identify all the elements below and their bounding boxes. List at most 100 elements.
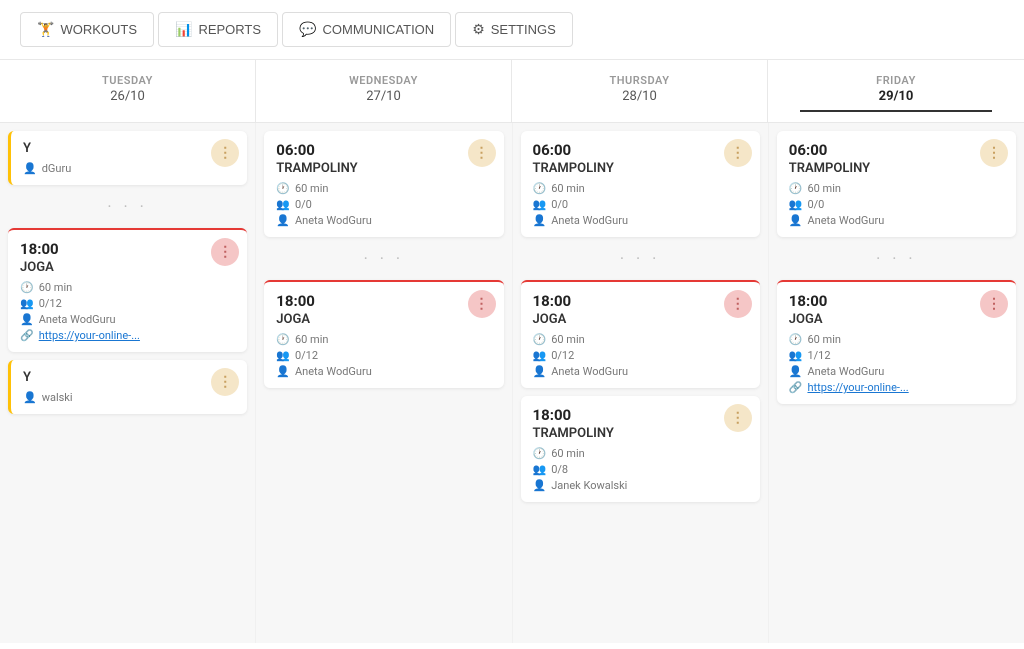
meta-duration: 🕐 60 min (276, 182, 491, 195)
clock-icon: 🕐 (20, 281, 34, 294)
event-menu-button[interactable]: ⋮ (980, 290, 1008, 318)
event-meta: 🕐 60 min 👥 0/8 👤 Janek Kowalski (533, 447, 748, 492)
event-menu-button[interactable]: ⋮ (468, 290, 496, 318)
duration-value: 60 min (807, 333, 841, 346)
meta-link: 🔗 https://your-online-... (20, 329, 235, 342)
duration-value: 60 min (295, 333, 329, 346)
event-card: ⋮ 18:00 JOGA 🕐 60 min 👥 0/12 👤 Aneta Wod… (8, 228, 247, 352)
event-meta: 🕐 60 min 👥 1/12 👤 Aneta WodGuru 🔗 https:… (789, 333, 1004, 394)
trainer-name: Aneta WodGuru (295, 365, 372, 378)
meta-spots: 👥 0/0 (276, 198, 491, 211)
day-header-thursday: THURSDAY 28/10 (512, 60, 768, 122)
duration-value: 60 min (551, 333, 585, 346)
event-meta: 🕐 60 min 👥 0/12 👤 Aneta WodGuru (533, 333, 748, 378)
event-menu-button[interactable]: ⋮ (724, 139, 752, 167)
day-column-friday: ⋮ 06:00 TRAMPOLINY 🕐 60 min 👥 0/0 👤 Anet… (769, 123, 1024, 643)
trainer-name: Aneta WodGuru (807, 365, 884, 378)
day-date-wednesday: 27/10 (264, 89, 503, 104)
people-icon: 👥 (533, 349, 547, 362)
trainer-name: walski (42, 391, 73, 404)
day-name-friday: FRIDAY (776, 74, 1016, 87)
day-column-tuesday: ⋮ Y 👤 dGuru · · · ⋮ 18:00 JOGA 🕐 (0, 123, 255, 643)
calendar-body: ⋮ Y 👤 dGuru · · · ⋮ 18:00 JOGA 🕐 (0, 123, 1024, 643)
event-title: TRAMPOLINY (533, 426, 748, 441)
meta-duration: 🕐 60 min (276, 333, 491, 346)
event-meta: 🕐 60 min 👥 0/12 👤 Aneta WodGuru 🔗 https:… (20, 281, 235, 342)
tab-settings[interactable]: ⚙ SETTINGS (455, 12, 573, 47)
person-icon: 👤 (23, 391, 37, 404)
meta-duration: 🕐 60 min (789, 182, 1004, 195)
person-icon: 👤 (20, 313, 34, 326)
clock-icon: 🕐 (533, 182, 547, 195)
spots-value: 0/12 (551, 349, 574, 362)
event-menu-button[interactable]: ⋮ (724, 404, 752, 432)
tab-communication-label: COMMUNICATION (322, 22, 434, 37)
trainer-name: Aneta WodGuru (295, 214, 372, 227)
people-icon: 👥 (533, 198, 547, 211)
link-icon: 🔗 (20, 329, 34, 342)
event-card: ⋮ 18:00 JOGA 🕐 60 min 👥 0/12 👤 Aneta Wod… (264, 280, 503, 388)
trainer-name: Janek Kowalski (551, 479, 627, 492)
people-icon: 👥 (276, 349, 290, 362)
dots-separator: · · · (521, 245, 760, 272)
clock-icon: 🕐 (789, 182, 803, 195)
workouts-icon: 🏋 (37, 21, 54, 38)
event-card: ⋮ 18:00 JOGA 🕐 60 min 👥 1/12 👤 Aneta Wod… (777, 280, 1016, 404)
event-time: 06:00 (533, 141, 748, 159)
meta-spots: 👥 0/8 (533, 463, 748, 476)
duration-value: 60 min (551, 182, 585, 195)
day-name-tuesday: TUESDAY (8, 74, 247, 87)
calendar-header: TUESDAY 26/10 WEDNESDAY 27/10 THURSDAY 2… (0, 60, 1024, 123)
event-card: ⋮ 06:00 TRAMPOLINY 🕐 60 min 👥 0/0 👤 Anet… (521, 131, 760, 237)
event-menu-button[interactable]: ⋮ (724, 290, 752, 318)
person-icon: 👤 (276, 365, 290, 378)
dots-separator: · · · (264, 245, 503, 272)
person-icon: 👤 (789, 214, 803, 227)
reports-icon: 📊 (175, 21, 192, 38)
event-card: ⋮ 18:00 JOGA 🕐 60 min 👥 0/12 👤 Aneta Wod… (521, 280, 760, 388)
event-title: TRAMPOLINY (533, 161, 748, 176)
tab-communication[interactable]: 💬 COMMUNICATION (282, 12, 451, 47)
event-meta: 🕐 60 min 👥 0/0 👤 Aneta WodGuru (276, 182, 491, 227)
spots-value: 1/12 (807, 349, 830, 362)
event-title: JOGA (20, 260, 235, 275)
tab-workouts[interactable]: 🏋 WORKOUTS (20, 12, 154, 47)
people-icon: 👥 (533, 463, 547, 476)
day-date-tuesday: 26/10 (8, 89, 247, 104)
event-title: Y (23, 141, 235, 156)
meta-duration: 🕐 60 min (789, 333, 1004, 346)
day-header-tuesday: TUESDAY 26/10 (0, 60, 256, 122)
event-title: JOGA (789, 312, 1004, 327)
meta-trainer: 👤 Aneta WodGuru (533, 214, 748, 227)
clock-icon: 🕐 (533, 333, 547, 346)
day-column-thursday: ⋮ 06:00 TRAMPOLINY 🕐 60 min 👥 0/0 👤 Anet… (513, 123, 768, 643)
event-link[interactable]: https://your-online-... (39, 329, 140, 342)
people-icon: 👥 (20, 297, 34, 310)
event-title: JOGA (533, 312, 748, 327)
event-menu-button[interactable]: ⋮ (468, 139, 496, 167)
meta-trainer: 👤 Aneta WodGuru (20, 313, 235, 326)
duration-value: 60 min (39, 281, 73, 294)
trainer-name: Aneta WodGuru (551, 365, 628, 378)
meta-duration: 🕐 60 min (533, 182, 748, 195)
meta-trainer: 👤 Aneta WodGuru (533, 365, 748, 378)
person-icon: 👤 (23, 162, 37, 175)
trainer-name: Aneta WodGuru (807, 214, 884, 227)
event-title: Y (23, 370, 235, 385)
people-icon: 👥 (789, 349, 803, 362)
event-menu-button[interactable]: ⋮ (980, 139, 1008, 167)
event-link[interactable]: https://your-online-... (807, 381, 908, 394)
tab-reports-label: REPORTS (198, 22, 261, 37)
meta-trainer: 👤 Janek Kowalski (533, 479, 748, 492)
event-card: ⋮ 06:00 TRAMPOLINY 🕐 60 min 👥 0/0 👤 Anet… (264, 131, 503, 237)
spots-value: 0/0 (295, 198, 312, 211)
meta-link: 🔗 https://your-online-... (789, 381, 1004, 394)
event-meta: 🕐 60 min 👥 0/0 👤 Aneta WodGuru (789, 182, 1004, 227)
event-time: 06:00 (789, 141, 1004, 159)
people-icon: 👥 (789, 198, 803, 211)
day-date-friday: 29/10 (776, 89, 1016, 104)
tab-reports[interactable]: 📊 REPORTS (158, 12, 278, 47)
event-time: 18:00 (533, 406, 748, 424)
meta-trainer: 👤 walski (23, 391, 235, 404)
meta-trainer: 👤 Aneta WodGuru (276, 365, 491, 378)
